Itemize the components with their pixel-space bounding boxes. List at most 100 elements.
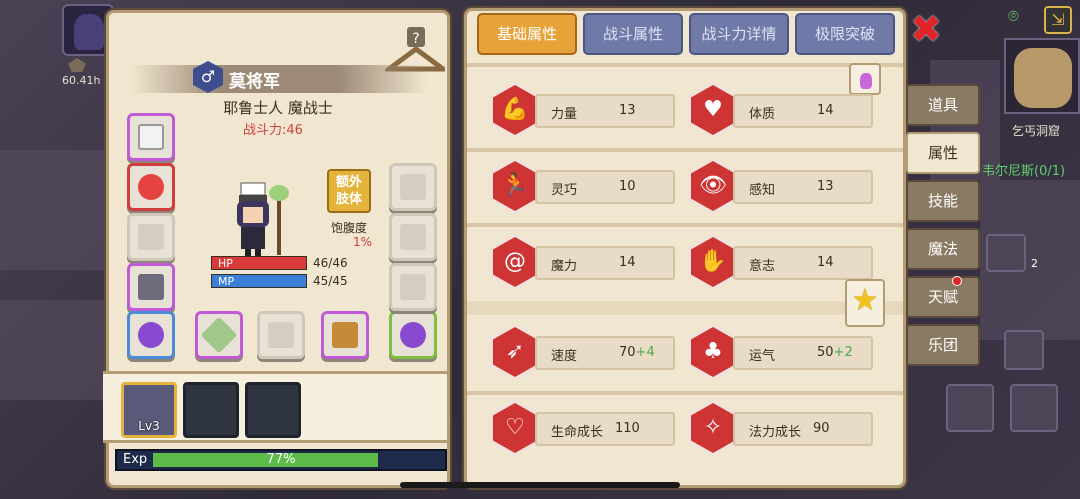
party-member-1[interactable]: Lv3 xyxy=(121,382,177,438)
offhand-slot[interactable] xyxy=(257,311,305,359)
hunger-value: 1% xyxy=(353,235,373,249)
stat-life-growth: ♡ 生命成长 110 xyxy=(489,399,689,461)
armor-slot[interactable] xyxy=(127,263,175,311)
hunger-label: 饱腹度 xyxy=(331,221,368,235)
will-icon: ✋ xyxy=(687,233,739,291)
mana-growth-icon: ✧ xyxy=(687,399,739,457)
character-name: 莫将军 xyxy=(229,72,280,92)
combat-power: 战斗力:46 xyxy=(243,123,303,138)
close-icon[interactable]: ✖ xyxy=(908,10,944,48)
ring-slot-right[interactable] xyxy=(389,311,437,359)
stat-value: 14 xyxy=(817,255,834,270)
stat-value: 50+2 xyxy=(817,345,853,360)
divider xyxy=(467,63,903,67)
exit-icon[interactable]: ⇲ xyxy=(1044,6,1072,34)
stat-value: 13 xyxy=(817,179,834,194)
stat-value: 13 xyxy=(619,103,636,118)
extra-limb-button[interactable]: 额外 肢体 xyxy=(327,169,371,213)
party-member-2[interactable] xyxy=(183,382,239,438)
side-tab-attributes[interactable]: 属性 xyxy=(906,132,980,174)
side-tab-band[interactable]: 乐团 xyxy=(906,324,980,366)
amulet-slot[interactable] xyxy=(127,163,175,211)
exp-bar: Exp 77% xyxy=(115,449,447,471)
quest-tracker[interactable]: 韦尔尼斯(0/1) xyxy=(982,160,1065,179)
exp-percent: 77% xyxy=(266,452,296,467)
stat-value: 70+4 xyxy=(619,345,655,360)
character-panel: ? ♂ 莫将军 耶鲁士人 魔战士 战斗力:46 额外 肢体 饱腹度 1% HP … xyxy=(103,10,450,488)
skill-button[interactable] xyxy=(1004,330,1044,370)
boots-slot[interactable] xyxy=(389,263,437,311)
star-icon[interactable]: ★ xyxy=(845,279,885,327)
tab-limit-break[interactable]: 极限突破 xyxy=(795,13,895,55)
tab-power-details[interactable]: 战斗力详情 xyxy=(689,13,789,55)
stat-name: 意志 xyxy=(749,259,776,274)
stat-name: 灵巧 xyxy=(551,183,578,198)
divider xyxy=(467,148,903,152)
weapon-slot[interactable] xyxy=(195,311,243,359)
speed-icon: ➶ xyxy=(489,323,541,381)
dexterity-icon: 🏃 xyxy=(489,157,541,215)
tab-combat-attributes[interactable]: 战斗属性 xyxy=(583,13,683,55)
stat-name: 法力成长 xyxy=(749,425,802,440)
hp-label: HP xyxy=(218,257,233,270)
level-label: Lv3 xyxy=(138,419,160,433)
side-tab-skills[interactable]: 技能 xyxy=(906,180,980,222)
attributes-panel: 基础属性 战斗属性 战斗力详情 极限突破 💪 力量 13 ♥ 体质 14 🏃 灵巧 1… xyxy=(464,8,906,488)
stat-perception: 👁 感知 13 xyxy=(687,157,887,219)
side-tab-items[interactable]: 道具 xyxy=(906,84,980,126)
party-member-3[interactable] xyxy=(245,382,301,438)
tab-basic-attributes[interactable]: 基础属性 xyxy=(477,13,577,55)
hp-value: 46/46 xyxy=(313,256,348,270)
cloak-slot[interactable] xyxy=(389,163,437,211)
home-indicator xyxy=(400,482,680,488)
consumable-slot[interactable]: 2 xyxy=(986,234,1038,272)
stat-name: 体质 xyxy=(749,107,776,122)
stat-value: 14 xyxy=(817,103,834,118)
attack-button[interactable] xyxy=(946,384,994,432)
stat-value: 90 xyxy=(813,421,830,436)
strength-icon: 💪 xyxy=(489,81,541,139)
stat-name: 魔力 xyxy=(551,259,578,274)
stat-base: 50 xyxy=(817,345,834,360)
stat-constitution: ♥ 体质 14 xyxy=(687,81,887,143)
notification-dot xyxy=(952,276,962,286)
party-bar: Lv3 xyxy=(103,371,447,443)
divider xyxy=(467,301,903,315)
stat-name: 力量 xyxy=(551,107,578,122)
attribute-tabs: 基础属性 战斗属性 战斗力详情 极限突破 xyxy=(477,13,897,59)
stat-bonus: +4 xyxy=(635,345,655,360)
stat-dexterity: 🏃 灵巧 10 xyxy=(489,157,689,219)
hp-bar: HP xyxy=(211,256,307,270)
svg-text:?: ? xyxy=(412,31,419,47)
play-time: 60.41h xyxy=(62,74,101,87)
divider xyxy=(467,223,903,227)
stat-speed: ➶ 速度 70+4 xyxy=(489,323,689,385)
minimap[interactable] xyxy=(1004,38,1080,114)
ring-slot-left[interactable] xyxy=(127,311,175,359)
mp-label: MP xyxy=(218,275,235,288)
consumable-count: 2 xyxy=(1031,257,1038,270)
stat-name: 速度 xyxy=(551,349,578,364)
stat-luck: ♣ 运气 50+2 xyxy=(687,323,887,385)
crossbow-slot[interactable] xyxy=(321,311,369,359)
location-name: 乞丐洞窟 xyxy=(1012,124,1061,138)
belt-slot[interactable] xyxy=(389,213,437,261)
side-tab-talent[interactable]: 天赋 xyxy=(906,276,980,318)
stat-name: 生命成长 xyxy=(551,425,604,440)
wing-slot[interactable] xyxy=(127,213,175,261)
perception-icon: 👁 xyxy=(687,157,739,215)
divider xyxy=(467,391,903,395)
stat-mana-growth: ✧ 法力成长 90 xyxy=(687,399,887,461)
stat-magic: @ 魔力 14 xyxy=(489,233,689,295)
life-growth-icon: ♡ xyxy=(489,399,541,457)
stat-value: 10 xyxy=(619,179,636,194)
network-icon: ⌾ xyxy=(1008,6,1019,27)
helmet-slot[interactable] xyxy=(127,113,175,161)
constitution-icon: ♥ xyxy=(687,81,739,139)
luck-icon: ♣ xyxy=(687,323,739,381)
magic-icon: @ xyxy=(489,233,541,291)
side-tab-magic[interactable]: 魔法 xyxy=(906,228,980,270)
stat-strength: 💪 力量 13 xyxy=(489,81,689,143)
stat-value: 14 xyxy=(619,255,636,270)
bow-button[interactable] xyxy=(1010,384,1058,432)
